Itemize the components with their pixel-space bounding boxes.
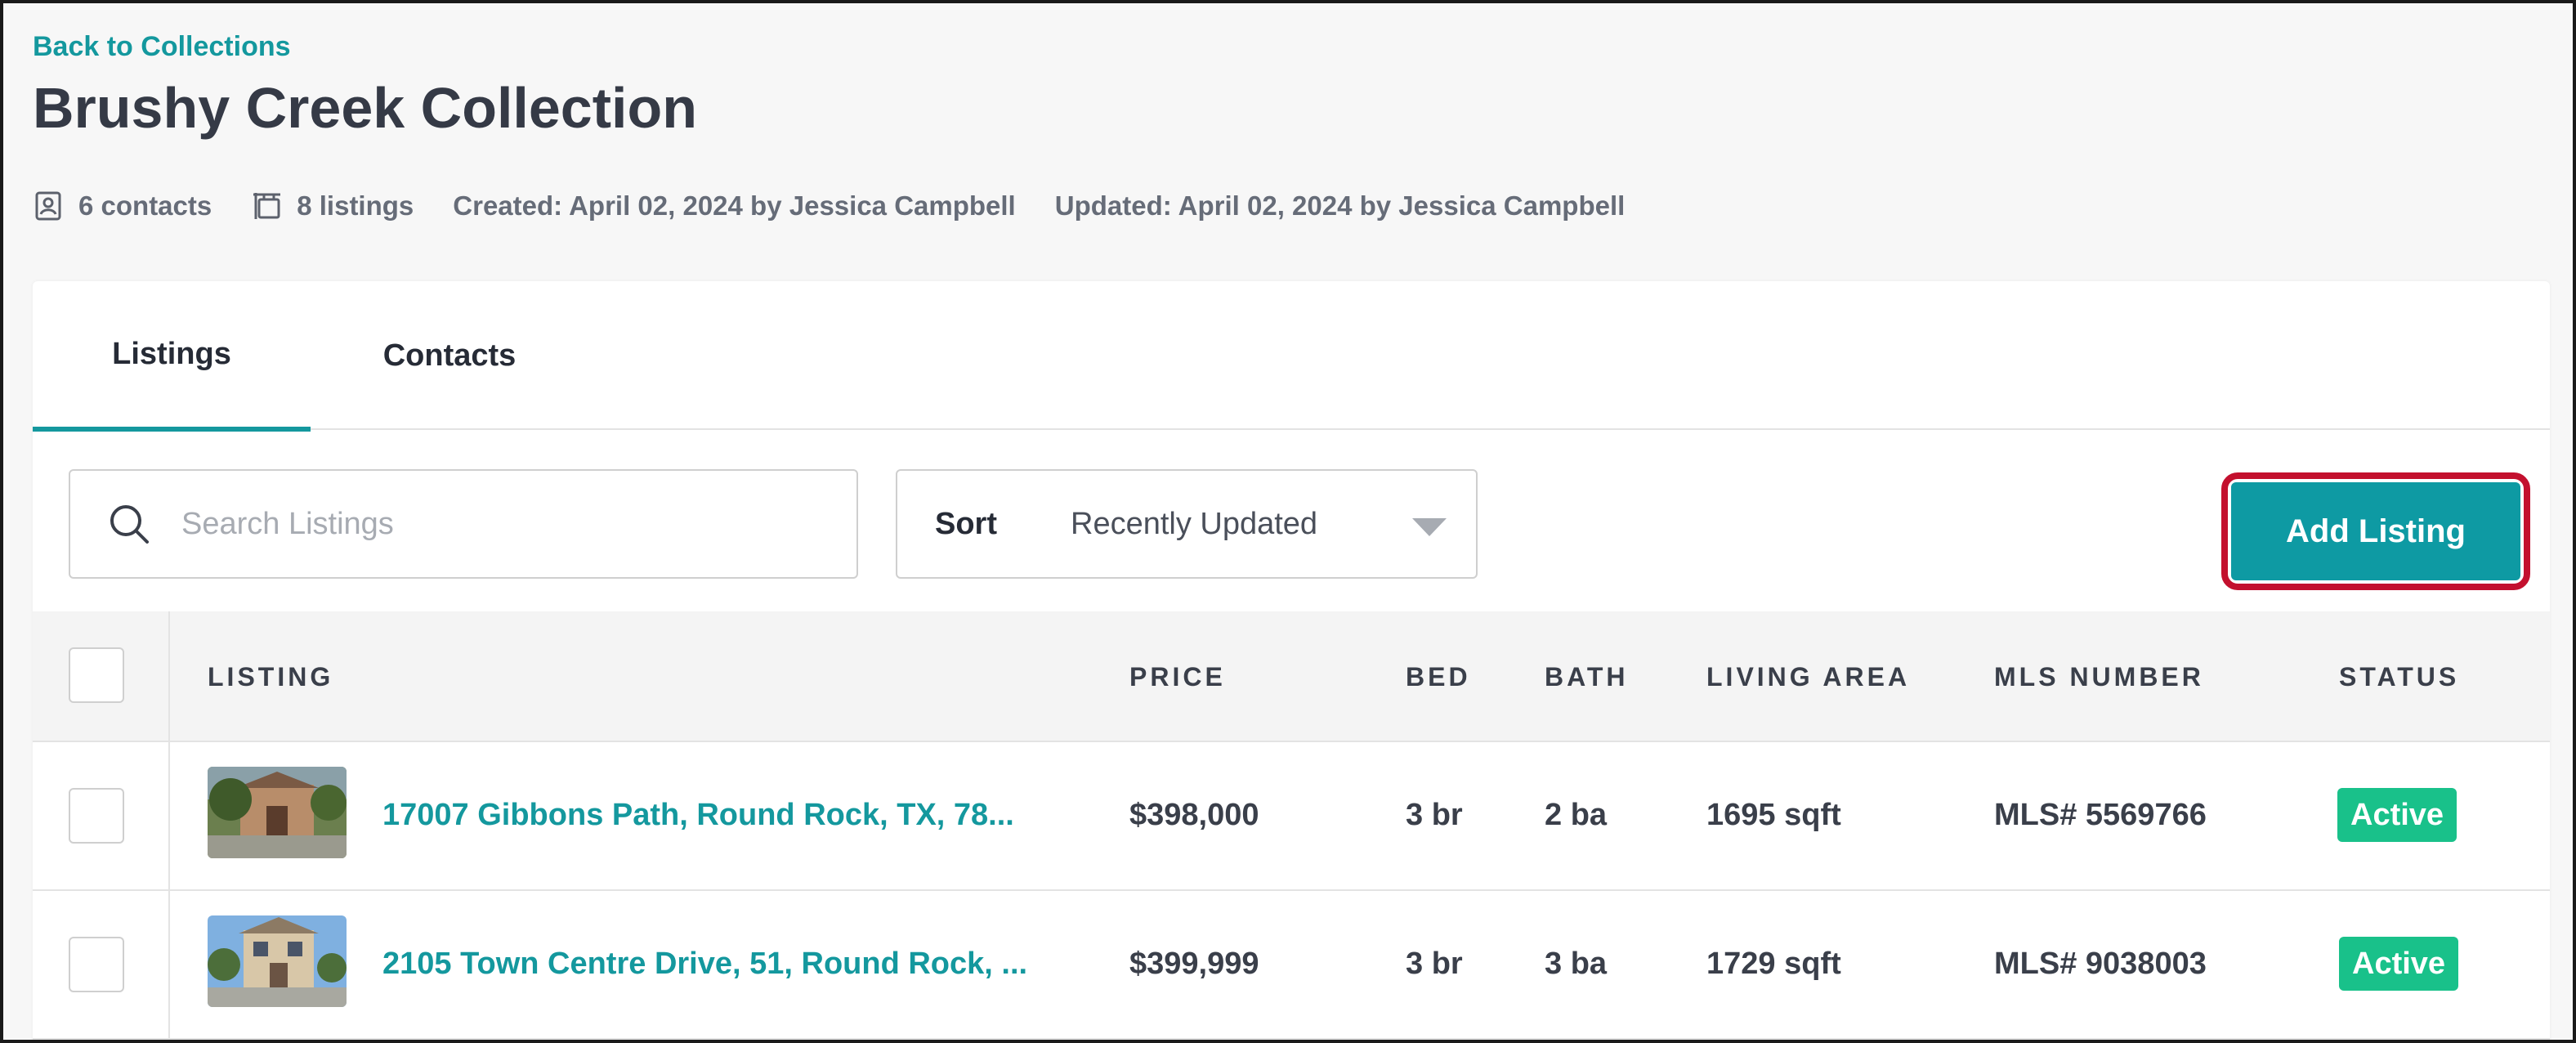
living-area-cell: 1729 sqft bbox=[1706, 947, 1841, 981]
header-listing[interactable]: LISTING bbox=[208, 662, 333, 692]
bed-cell: 3 br bbox=[1406, 947, 1463, 981]
listing-address-link[interactable]: 17007 Gibbons Path, Round Rock, TX, 78..… bbox=[382, 798, 1014, 833]
collection-meta: 6 contacts 8 listings Created: April 02,… bbox=[33, 188, 1664, 224]
table-row[interactable]: 17007 Gibbons Path, Round Rock, TX, 78..… bbox=[33, 742, 2550, 891]
header-living-area[interactable]: LIVING AREA bbox=[1706, 662, 1910, 692]
mls-number-cell: MLS# 5569766 bbox=[1994, 798, 2207, 832]
listing-address-link[interactable]: 2105 Town Centre Drive, 51, Round Rock, … bbox=[382, 947, 1027, 982]
contacts-count: 6 contacts bbox=[33, 190, 212, 222]
tab-listings[interactable]: Listings bbox=[33, 281, 311, 432]
listing-thumbnail[interactable] bbox=[208, 767, 347, 858]
listings-card: Listings Contacts Sort Recently Updated … bbox=[33, 281, 2550, 1043]
sort-dropdown[interactable]: Sort Recently Updated bbox=[896, 469, 1478, 579]
header-price[interactable]: PRICE bbox=[1129, 662, 1226, 692]
tab-contacts[interactable]: Contacts bbox=[311, 281, 588, 430]
sign-icon bbox=[253, 193, 281, 219]
search-icon bbox=[110, 505, 149, 544]
table-row[interactable]: 2105 Town Centre Drive, 51, Round Rock, … bbox=[33, 891, 2550, 1040]
page-title: Brushy Creek Collection bbox=[33, 76, 697, 140]
bed-cell: 3 br bbox=[1406, 798, 1463, 832]
living-area-cell: 1695 sqft bbox=[1706, 798, 1841, 832]
listing-thumbnail[interactable] bbox=[208, 915, 347, 1007]
row-checkbox[interactable] bbox=[69, 937, 124, 992]
header-bath[interactable]: BATH bbox=[1545, 662, 1629, 692]
search-input[interactable] bbox=[181, 506, 803, 542]
status-badge: Active bbox=[2337, 788, 2457, 842]
bath-cell: 3 ba bbox=[1545, 947, 1608, 981]
bath-cell: 2 ba bbox=[1545, 798, 1608, 832]
mls-number-cell: MLS# 9038003 bbox=[1994, 947, 2207, 981]
back-to-collections-link[interactable]: Back to Collections bbox=[33, 31, 291, 63]
listings-count: 8 listings bbox=[251, 190, 414, 222]
search-box[interactable] bbox=[69, 469, 858, 579]
price-cell: $399,999 bbox=[1129, 947, 1259, 981]
column-divider bbox=[168, 891, 170, 1038]
row-checkbox[interactable] bbox=[69, 788, 124, 844]
select-all-checkbox[interactable] bbox=[69, 647, 124, 703]
chevron-down-icon bbox=[1412, 518, 1447, 536]
header-status[interactable]: STATUS bbox=[2339, 662, 2459, 692]
sort-label: Sort bbox=[935, 506, 997, 541]
sort-selected-value: Recently Updated bbox=[1071, 506, 1318, 541]
updated-info: Updated: April 02, 2024 by Jessica Campb… bbox=[1054, 190, 1626, 221]
created-info: Created: April 02, 2024 by Jessica Campb… bbox=[453, 190, 1016, 221]
header-bed[interactable]: BED bbox=[1406, 662, 1471, 692]
add-listing-button[interactable]: Add Listing bbox=[2231, 482, 2520, 580]
contacts-icon bbox=[35, 191, 61, 221]
price-cell: $398,000 bbox=[1129, 798, 1259, 832]
listings-table: LISTING PRICE BED BATH LIVING AREA MLS N… bbox=[33, 611, 2550, 1040]
status-badge: Active bbox=[2339, 937, 2459, 991]
column-divider bbox=[168, 742, 170, 889]
column-divider bbox=[168, 611, 170, 741]
tab-bar: Listings Contacts bbox=[33, 281, 2550, 432]
header-mls-number[interactable]: MLS NUMBER bbox=[1994, 662, 2204, 692]
table-header: LISTING PRICE BED BATH LIVING AREA MLS N… bbox=[33, 611, 2550, 742]
contacts-count-text: 6 contacts bbox=[78, 190, 212, 221]
listings-count-text: 8 listings bbox=[297, 190, 414, 221]
